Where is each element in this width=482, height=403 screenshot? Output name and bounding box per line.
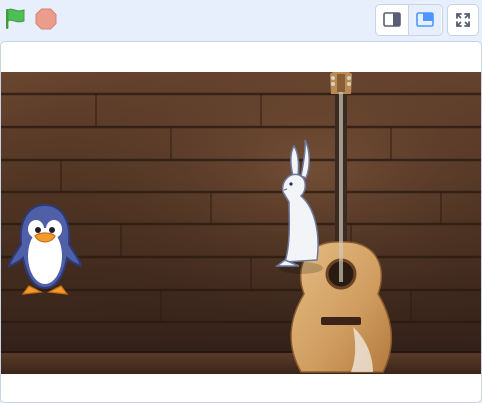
stage-canvas[interactable] [1, 72, 481, 374]
small-stage-icon [383, 12, 401, 27]
stage-frame [0, 41, 482, 403]
fullscreen-icon [456, 13, 470, 27]
stage-size-toggle [375, 4, 443, 36]
large-stage-icon [416, 12, 434, 27]
large-stage-button[interactable] [409, 5, 441, 35]
wood-wall-backdrop [1, 72, 481, 374]
fullscreen-button[interactable] [447, 4, 479, 36]
small-stage-button[interactable] [376, 5, 409, 35]
green-flag-icon[interactable] [2, 6, 28, 32]
stage-toolbar [0, 0, 482, 40]
stop-sign-icon[interactable] [34, 7, 58, 31]
